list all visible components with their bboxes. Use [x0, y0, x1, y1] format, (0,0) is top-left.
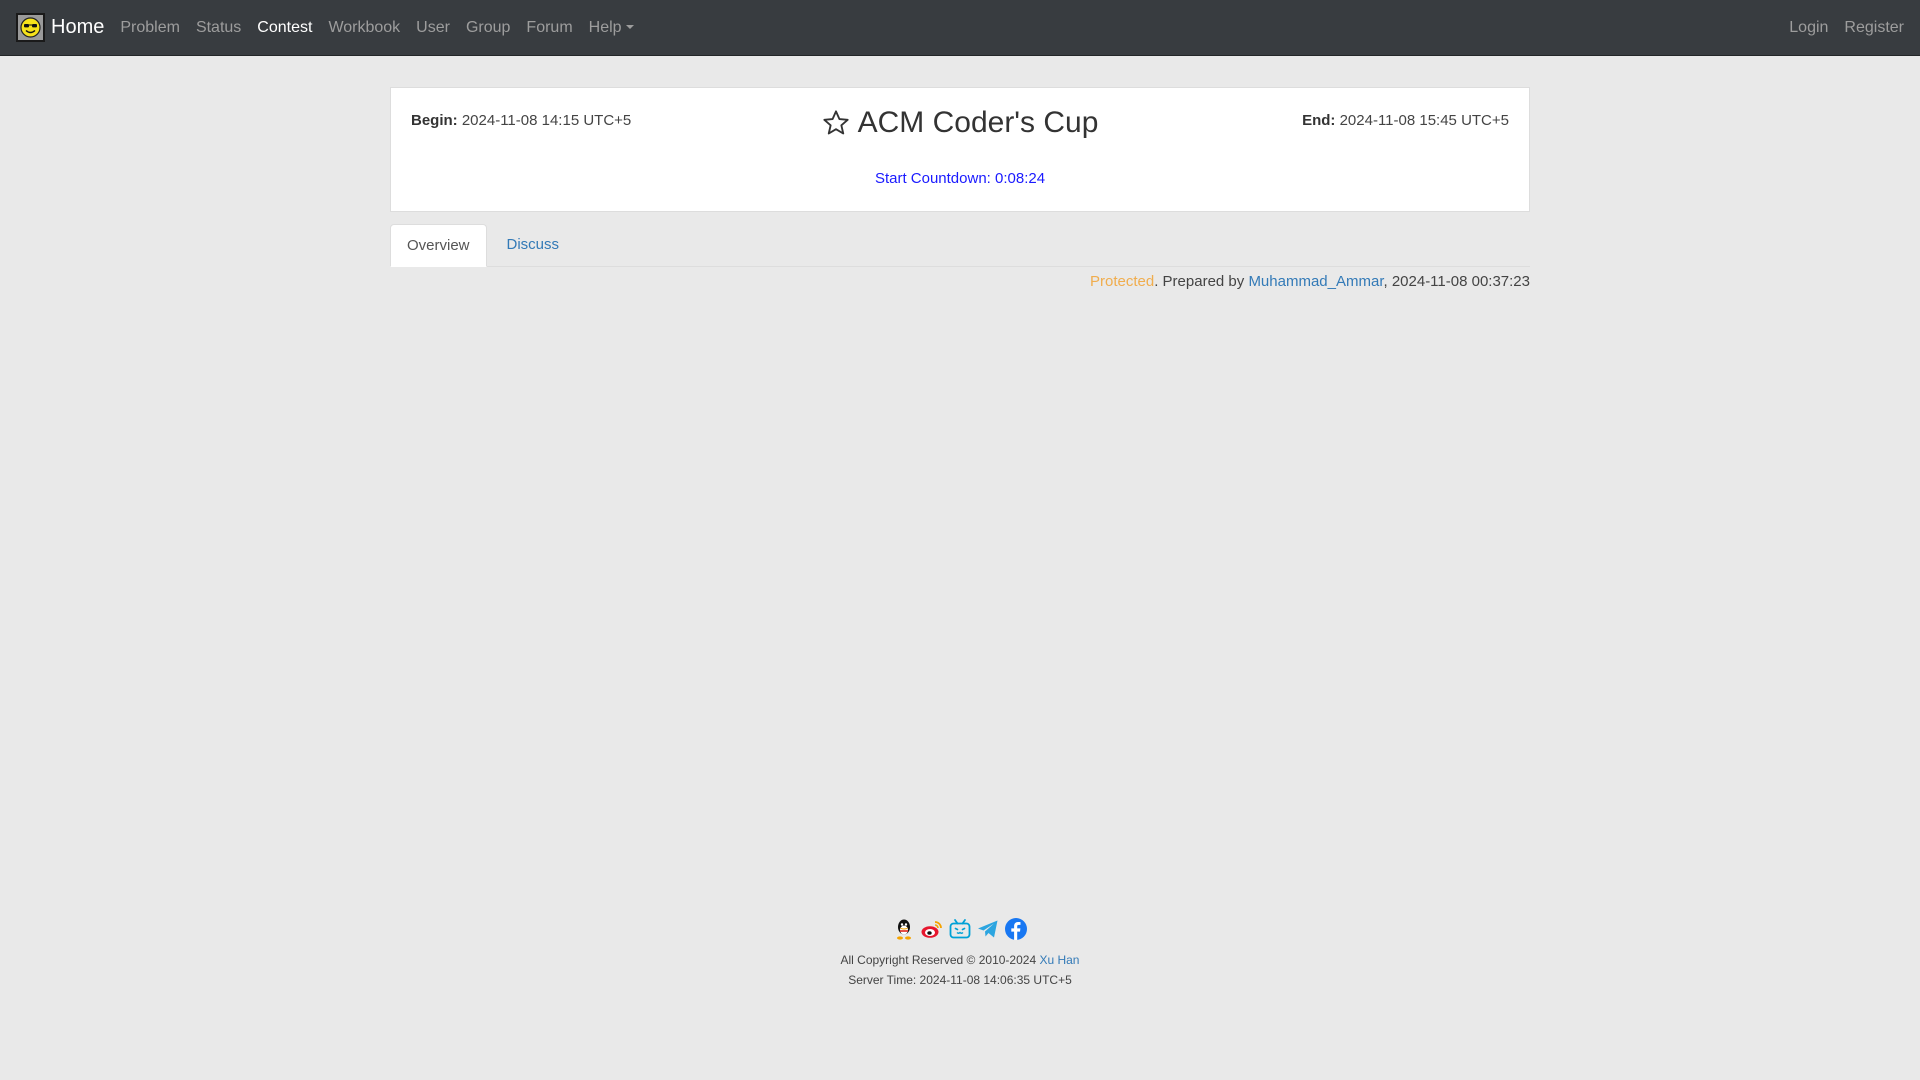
social-links	[0, 917, 1920, 941]
created-time: , 2024-11-08 00:37:23	[1383, 273, 1530, 290]
main-menu: Problem Status Contest Workbook User Gro…	[112, 0, 641, 56]
nav-group[interactable]: Group	[458, 0, 518, 56]
nav-problem[interactable]: Problem	[112, 0, 188, 56]
telegram-icon[interactable]	[976, 917, 1000, 941]
nav-workbook[interactable]: Workbook	[320, 0, 408, 56]
facebook-icon[interactable]	[1004, 917, 1028, 941]
contest-title: ACM Coder's Cup	[857, 106, 1099, 139]
qq-icon[interactable]	[892, 917, 916, 941]
contest-meta: Protected. Prepared by Muhammad_Ammar, 2…	[390, 273, 1530, 290]
author-link[interactable]: Muhammad_Ammar	[1248, 273, 1383, 290]
prepared-by-text: . Prepared by	[1154, 273, 1249, 290]
nav-user[interactable]: User	[408, 0, 458, 56]
nav-help-label: Help	[588, 18, 622, 36]
start-countdown: Start Countdown: 0:08:24	[874, 170, 1046, 187]
nav-help-dropdown[interactable]: Help	[581, 0, 642, 56]
login-link[interactable]: Login	[1781, 0, 1836, 56]
end-label: End:	[1302, 112, 1336, 129]
nav-contest[interactable]: Contest	[249, 0, 320, 56]
tab-overview[interactable]: Overview	[390, 224, 487, 267]
star-icon[interactable]	[822, 109, 850, 137]
contest-end: End: 2024-11-08 15:45 UTC+5	[1302, 112, 1509, 129]
end-time: 2024-11-08 15:45 UTC+5	[1339, 112, 1509, 129]
auth-menu: Login Register	[1781, 0, 1912, 56]
top-navbar: Home Problem Status Contest Workbook Use…	[0, 0, 1920, 56]
bilibili-icon[interactable]	[948, 917, 972, 941]
register-link[interactable]: Register	[1836, 0, 1912, 56]
contest-container: Begin: 2024-11-08 14:15 UTC+5 ACM Coder'…	[390, 87, 1530, 290]
copyright-author-link[interactable]: Xu Han	[1039, 953, 1079, 967]
nav-forum[interactable]: Forum	[518, 0, 580, 56]
contest-tabs: Overview Discuss	[390, 224, 1530, 267]
page-footer: All Copyright Reserved © 2010-2024 Xu Ha…	[0, 917, 1920, 987]
nav-status[interactable]: Status	[188, 0, 249, 56]
copyright-label: All Copyright Reserved © 2010-2024	[840, 953, 1040, 967]
smiley-logo-icon	[16, 13, 45, 42]
caret-down-icon	[625, 25, 634, 30]
copyright-text: All Copyright Reserved © 2010-2024 Xu Ha…	[0, 953, 1920, 967]
contest-header-panel: Begin: 2024-11-08 14:15 UTC+5 ACM Coder'…	[390, 87, 1530, 212]
brand-label: Home	[51, 16, 105, 38]
home-link[interactable]: Home	[16, 0, 104, 56]
protected-badge: Protected	[1090, 273, 1155, 290]
server-time: Server Time: 2024-11-08 14:06:35 UTC+5	[848, 973, 1072, 987]
weibo-icon[interactable]	[920, 917, 944, 941]
tab-discuss[interactable]: Discuss	[491, 224, 576, 266]
